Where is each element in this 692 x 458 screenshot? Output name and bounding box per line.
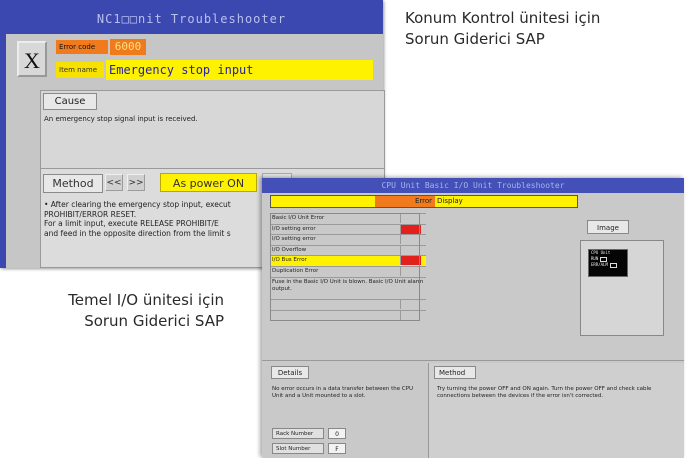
error-code-value: 6000: [110, 39, 146, 55]
error-list: Basic I/O Unit Error I/O setting error I/O…: [270, 213, 426, 321]
led-err-icon: [609, 262, 617, 268]
caption-line: Temel I/O ünitesi için: [68, 291, 224, 309]
error-display-header: Error Display: [270, 195, 578, 208]
caption-line: Konum Kontrol ünitesi için: [405, 9, 601, 27]
prev-button[interactable]: <<: [105, 174, 123, 191]
cause-text: An emergency stop signal input is receiv…: [44, 115, 198, 123]
led-run-icon: [600, 256, 608, 262]
rack-number-value: 0: [328, 428, 346, 439]
window-title: CPU Unit Basic I/O Unit Troubleshooter: [262, 178, 684, 193]
details-text: No error occurs in a data transfer betwe…: [272, 386, 414, 399]
method-tab[interactable]: Method: [43, 174, 103, 193]
rack-number-label: Rack Number: [272, 428, 324, 439]
error-list-frame: [270, 213, 420, 321]
item-name-value: Emergency stop input: [106, 60, 373, 80]
close-button[interactable]: X: [17, 41, 47, 77]
caption-position-control: Konum Kontrol ünitesi için Sorun Gideric…: [405, 8, 600, 50]
method-button[interactable]: Method: [434, 366, 476, 379]
error-header-label: Error: [375, 196, 435, 207]
caption-line: Sorun Giderici SAP: [84, 312, 224, 330]
slot-number-label: Slot Number: [272, 443, 324, 454]
error-header-value: Display: [437, 197, 463, 205]
caption-basic-io: Temel I/O ünitesi için Sorun Giderici SA…: [34, 290, 224, 332]
basic-io-troubleshooter-window: CPU Unit Basic I/O Unit Troubleshooter E…: [262, 178, 684, 458]
slot-number-value: F: [328, 443, 346, 454]
cpu-unit-indicator-image: CPU Unit RUN ERR/ALM: [588, 249, 628, 277]
lcd-run-label: RUN: [591, 256, 599, 261]
caption-line: Sorun Giderici SAP: [405, 30, 545, 48]
item-name-label: Item name: [56, 62, 104, 78]
details-button[interactable]: Details: [271, 366, 309, 379]
lcd-err-label: ERR/ALM: [591, 262, 608, 267]
error-code-label: Error code: [56, 40, 108, 54]
window-title: NC1□□nit Troubleshooter: [0, 0, 383, 34]
method-text: Try turning the power OFF and ON again. …: [437, 386, 652, 399]
lcd-line-err: ERR/ALM: [589, 262, 627, 268]
cause-tab[interactable]: Cause: [43, 93, 97, 110]
next-button[interactable]: >>: [127, 174, 145, 191]
as-power-on-button[interactable]: As power ON: [160, 173, 257, 192]
image-button[interactable]: Image: [587, 220, 629, 234]
